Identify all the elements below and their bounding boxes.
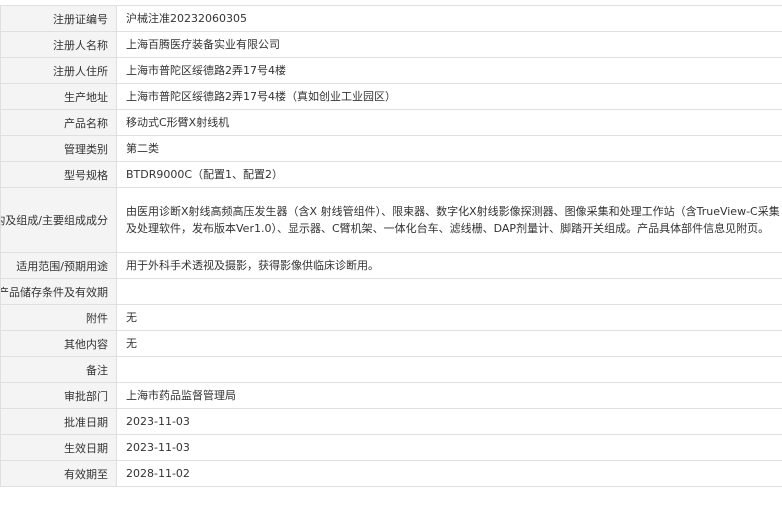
field-label: 生效日期	[0, 434, 117, 461]
field-value: 用于外科手术透视及摄影，获得影像供临床诊断用。	[116, 252, 782, 279]
field-label: 适用范围/预期用途	[0, 252, 117, 279]
field-label: 结构及组成/主要组成成分	[0, 187, 117, 253]
row-product-name: 产品名称 移动式C形臂X射线机	[0, 109, 782, 136]
field-value: 上海市药品监督管理局	[116, 382, 782, 409]
row-effective-date: 生效日期 2023-11-03	[0, 434, 782, 461]
field-value: 上海市普陀区绥德路2弄17号4楼	[116, 57, 782, 84]
field-label: 注册人住所	[0, 57, 117, 84]
field-value: 2023-11-03	[116, 434, 782, 461]
row-approval-date: 批准日期 2023-11-03	[0, 408, 782, 435]
row-expiry-date: 有效期至 2028-11-02	[0, 460, 782, 487]
field-label: 产品储存条件及有效期	[0, 278, 117, 305]
field-label: 有效期至	[0, 460, 117, 487]
row-registrant-name: 注册人名称 上海百腾医疗装备实业有限公司	[0, 31, 782, 58]
field-value: 上海市普陀区绥德路2弄17号4楼（真如创业工业园区）	[116, 83, 782, 110]
field-label: 审批部门	[0, 382, 117, 409]
field-value: 第二类	[116, 135, 782, 162]
row-intended-use: 适用范围/预期用途 用于外科手术透视及摄影，获得影像供临床诊断用。	[0, 252, 782, 279]
row-structure-composition: 结构及组成/主要组成成分 由医用诊断X射线高频高压发生器（含X 射线管组件）、限…	[0, 187, 782, 253]
field-value: 移动式C形臂X射线机	[116, 109, 782, 136]
field-value: 上海百腾医疗装备实业有限公司	[116, 31, 782, 58]
field-label: 注册人名称	[0, 31, 117, 58]
field-value	[116, 278, 782, 305]
field-label: 产品名称	[0, 109, 117, 136]
row-model-spec: 型号规格 BTDR9000C（配置1、配置2）	[0, 161, 782, 188]
row-registration-number: 注册证编号 沪械注准20232060305	[0, 5, 782, 32]
row-other-content: 其他内容 无	[0, 330, 782, 357]
row-production-address: 生产地址 上海市普陀区绥德路2弄17号4楼（真如创业工业园区）	[0, 83, 782, 110]
field-value: 2028-11-02	[116, 460, 782, 487]
row-approval-department: 审批部门 上海市药品监督管理局	[0, 382, 782, 409]
field-label: 注册证编号	[0, 5, 117, 32]
field-label: 其他内容	[0, 330, 117, 357]
field-value: 2023-11-03	[116, 408, 782, 435]
row-attachments: 附件 无	[0, 304, 782, 331]
registration-certificate-table: 注册证编号 沪械注准20232060305 注册人名称 上海百腾医疗装备实业有限…	[0, 5, 782, 487]
row-registrant-address: 注册人住所 上海市普陀区绥德路2弄17号4楼	[0, 57, 782, 84]
field-label: 生产地址	[0, 83, 117, 110]
row-storage-conditions: 产品储存条件及有效期	[0, 278, 782, 305]
field-label: 备注	[0, 356, 117, 383]
field-value: 无	[116, 330, 782, 357]
field-value: 由医用诊断X射线高频高压发生器（含X 射线管组件）、限束器、数字化X射线影像探测…	[116, 187, 782, 253]
field-value: BTDR9000C（配置1、配置2）	[116, 161, 782, 188]
field-value: 无	[116, 304, 782, 331]
field-label: 管理类别	[0, 135, 117, 162]
row-management-category: 管理类别 第二类	[0, 135, 782, 162]
field-value	[116, 356, 782, 383]
field-label: 型号规格	[0, 161, 117, 188]
field-value: 沪械注准20232060305	[116, 5, 782, 32]
field-label: 批准日期	[0, 408, 117, 435]
row-remarks: 备注	[0, 356, 782, 383]
field-label: 附件	[0, 304, 117, 331]
